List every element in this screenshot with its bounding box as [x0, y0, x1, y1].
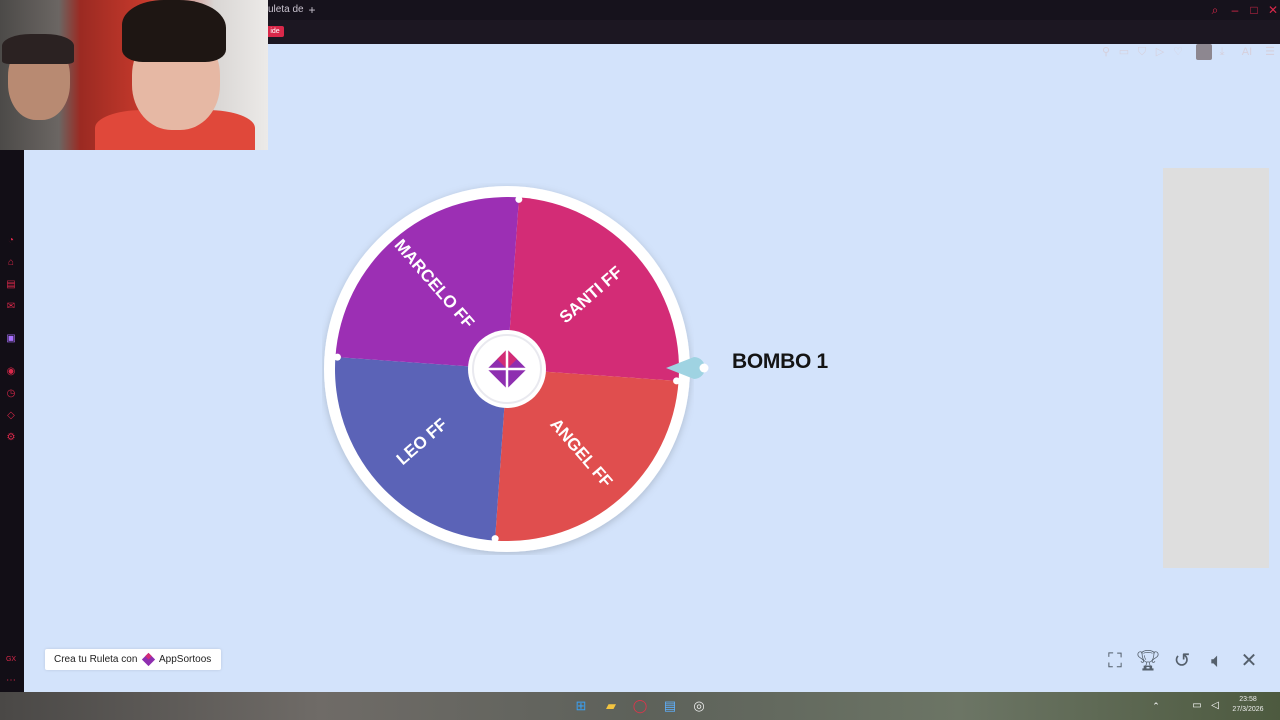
brand-prefix: Crea tu Ruleta con	[54, 654, 138, 665]
download-icon[interactable]: ⤓	[1214, 44, 1230, 60]
mail-icon[interactable]: ✉	[5, 301, 17, 313]
tray-arrow-icon[interactable]: ⌃	[1147, 697, 1165, 715]
taskbar-clock[interactable]: 23:58 27/3/2026	[1228, 695, 1268, 715]
settings-icon[interactable]: ⚙	[5, 432, 17, 444]
close-icon[interactable]: ✕	[1265, 2, 1280, 18]
reset-icon[interactable]: ↺	[1169, 648, 1195, 674]
profile-avatar[interactable]	[1196, 44, 1212, 60]
twitch-icon[interactable]: ▣	[5, 333, 17, 345]
close-wheel-icon[interactable]: ✕	[1236, 648, 1262, 674]
shield-icon[interactable]: ⛉	[1134, 44, 1150, 60]
brand-app: App	[159, 654, 177, 665]
brand-sortoos: Sortoos	[176, 654, 212, 665]
bag-icon[interactable]: ⌂	[5, 257, 17, 269]
notepad-icon[interactable]: ▤	[661, 697, 679, 715]
gx-icon[interactable]: GX	[5, 654, 17, 666]
play-icon[interactable]: ▷	[1152, 44, 1168, 60]
side-ad-panel	[1163, 168, 1269, 568]
heart-icon[interactable]: ♡	[1170, 44, 1186, 60]
wheel-title: BOMBO 1	[732, 348, 828, 376]
more-icon[interactable]: ⋯	[5, 675, 17, 687]
brand-name: AppSortoos	[159, 649, 211, 670]
hair	[122, 0, 226, 62]
wheel-peg	[491, 535, 499, 543]
extensions-icon[interactable]: ◇	[5, 410, 17, 422]
menu-icon[interactable]: ☰	[1262, 44, 1278, 60]
speed-dial-icon[interactable]: ◔	[5, 235, 17, 247]
maximize-icon[interactable]: □	[1246, 2, 1262, 18]
cap	[2, 34, 74, 64]
network-icon[interactable]: ▭	[1188, 697, 1206, 715]
trophy-icon[interactable]: 🏆︎	[1135, 648, 1161, 674]
history-icon[interactable]: ◷	[5, 388, 17, 400]
wheel-pointer	[666, 357, 709, 379]
appsortoos-icon	[141, 652, 156, 667]
new-tab-button[interactable]: +	[305, 3, 319, 17]
pointer-shape	[666, 357, 705, 379]
address-badge: ide	[266, 26, 284, 37]
pin-icon[interactable]: ⚲	[1098, 44, 1114, 60]
search-icon[interactable]: ⌕	[1207, 2, 1223, 18]
minimize-icon[interactable]: –	[1227, 2, 1243, 18]
volume-icon[interactable]: 🔈︎	[1204, 648, 1230, 674]
speaker-icon[interactable]: ◁	[1206, 697, 1224, 715]
start-icon[interactable]: ⊞	[572, 697, 590, 715]
wheel-peg	[333, 353, 341, 361]
clock-date: 27/3/2026	[1232, 706, 1264, 713]
roulette-wheel[interactable]: SANTI FFANGEL FFLEO FFMARCELO FF	[322, 183, 694, 555]
messenger-icon[interactable]: ▤	[5, 279, 17, 291]
winner-label: BOMBO 1	[732, 350, 828, 373]
player-icon[interactable]: ◉	[5, 366, 17, 378]
clock-time: 23:58	[1239, 696, 1257, 703]
pointer-dot	[699, 363, 709, 373]
browser-tab[interactable]: uleta de	[268, 0, 304, 20]
opera-gx-icon[interactable]: ◯	[631, 697, 649, 715]
file-explorer-icon[interactable]: ▰	[602, 697, 620, 715]
wheel-peg	[515, 195, 523, 203]
create-wheel-link[interactable]: Crea tu Ruleta con AppSortoos	[45, 649, 221, 670]
obs-icon[interactable]: ◎	[690, 697, 708, 715]
snapshot-icon[interactable]: ▭	[1116, 44, 1132, 60]
fullscreen-icon[interactable]: ⛶	[1102, 648, 1128, 674]
ai-button[interactable]: AI	[1236, 44, 1258, 60]
ai-label: AI	[1241, 46, 1253, 58]
webcam-overlay	[0, 0, 268, 150]
